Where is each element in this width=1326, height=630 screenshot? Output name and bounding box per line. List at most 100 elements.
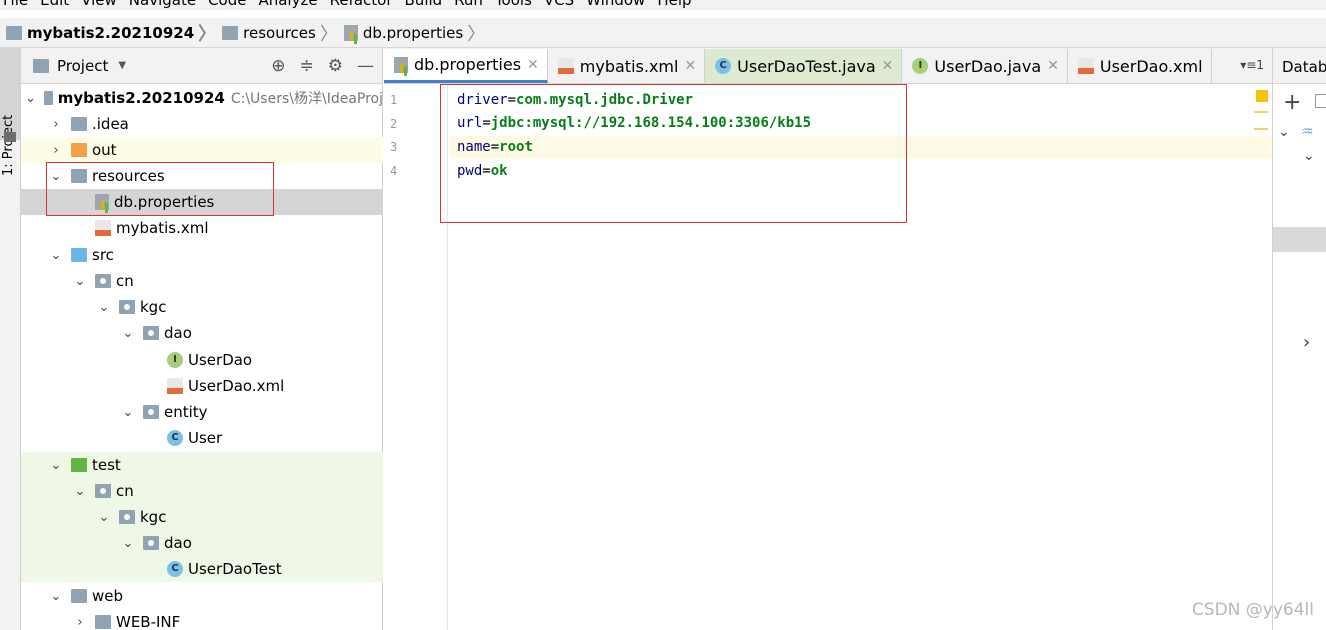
close-icon[interactable]: ✕ — [882, 58, 894, 74]
tree-item-web[interactable]: ⌄ web — [21, 583, 383, 609]
collapse-all-icon[interactable]: ≑ — [300, 56, 314, 76]
gear-icon[interactable]: ⚙ — [328, 56, 343, 76]
breadcrumb-file[interactable]: db.properties 〉 — [343, 20, 485, 46]
chevron-down-icon[interactable]: ⌄ — [49, 458, 63, 473]
menu-code[interactable]: Code — [205, 0, 255, 10]
hide-icon[interactable]: — — [357, 56, 374, 76]
tree-item-test-kgc[interactable]: ⌄ kgc — [21, 504, 383, 530]
selected-row[interactable] — [1273, 227, 1326, 252]
breadcrumb-resources[interactable]: resources 〉 — [222, 20, 338, 46]
tab-mybatis-xml[interactable]: mybatis.xml ✕ — [548, 49, 706, 83]
chevron-down-icon[interactable]: ⌄ — [121, 405, 135, 420]
chevron-down-icon[interactable]: ⌄ — [49, 169, 63, 184]
tree-item-src[interactable]: ⌄ src — [21, 242, 383, 268]
chevron-right-icon[interactable]: › — [73, 615, 87, 630]
project-view-selector[interactable]: Project — [57, 57, 108, 75]
duplicate-icon[interactable] — [1315, 94, 1326, 108]
chevron-right-icon: 〉 — [319, 23, 338, 45]
tree-item-entity[interactable]: ⌄ entity — [21, 399, 383, 425]
breadcrumb-project[interactable]: mybatis2.20210924 〉 — [6, 20, 216, 46]
chevron-down-icon[interactable]: ⌄ — [121, 536, 135, 551]
source-folder-icon — [71, 248, 87, 262]
tree-item-out[interactable]: › out — [21, 137, 383, 163]
folder-orange-icon — [71, 143, 87, 157]
menu-bar: File Edit View Navigate Code Analyze Ref… — [0, 0, 1326, 10]
web-folder-icon — [71, 589, 87, 603]
tree-item-web-inf[interactable]: › WEB-INF — [21, 609, 383, 630]
menu-file[interactable]: File — [0, 0, 37, 10]
menu-tools[interactable]: Tools — [492, 0, 541, 10]
menu-refactor[interactable]: Refactor — [327, 0, 402, 10]
tree-item-user[interactable]: C User — [21, 425, 383, 451]
tree-item-test-cn[interactable]: ⌄ cn — [21, 478, 383, 504]
tab-list-button[interactable]: ▾≡1 — [1240, 58, 1264, 72]
add-icon[interactable]: + — [1283, 90, 1301, 115]
chevron-down-icon[interactable]: ⌄ — [1303, 148, 1315, 164]
tree-item-cn[interactable]: ⌄ cn — [21, 268, 383, 294]
tab-userdao-xml[interactable]: UserDao.xml — [1068, 49, 1212, 83]
tab-db-properties[interactable]: db.properties ✕ — [384, 49, 548, 83]
chevron-right-icon: 〉 — [198, 23, 217, 45]
project-tool-label[interactable]: 1: Project — [1, 115, 16, 176]
chevron-right-icon[interactable]: › — [1303, 332, 1310, 353]
project-path: C:\Users\杨洋\IdeaProj — [230, 91, 383, 107]
tree-item-resources[interactable]: ⌄ resources — [21, 163, 383, 189]
chevron-down-icon[interactable]: ⌄ — [49, 589, 63, 604]
menu-help[interactable]: Help — [654, 0, 700, 10]
close-icon[interactable]: ✕ — [684, 58, 696, 74]
chevron-down-icon[interactable]: ⌄ — [25, 91, 36, 106]
code-line[interactable]: driver=com.mysql.jdbc.Driver — [457, 89, 693, 112]
line-gutter: 1 2 3 4 — [384, 85, 448, 630]
tree-item-project-root[interactable]: ⌄ mybatis2.20210924 C:\Users\杨洋\IdeaProj — [21, 85, 383, 111]
menu-window[interactable]: Window — [583, 0, 654, 10]
code-line[interactable]: pwd=ok — [457, 160, 508, 183]
editor-tabs: db.properties ✕ mybatis.xml ✕ C UserDaoT… — [384, 48, 1272, 84]
menu-navigate[interactable]: Navigate — [126, 0, 205, 10]
tree-item-idea[interactable]: › .idea — [21, 111, 383, 137]
close-icon[interactable]: ✕ — [1047, 58, 1059, 74]
menu-view[interactable]: View — [78, 0, 126, 10]
code-line[interactable]: url=jdbc:mysql://192.168.154.100:3306/kb… — [457, 112, 811, 135]
resources-folder-icon — [71, 169, 87, 183]
tree-item-test-dao[interactable]: ⌄ dao — [21, 530, 383, 556]
menu-edit[interactable]: Edit — [37, 0, 78, 10]
xml-file-icon — [557, 58, 574, 74]
chevron-right-icon[interactable]: › — [49, 117, 63, 132]
tree-item-test[interactable]: ⌄ test — [21, 452, 383, 478]
locate-icon[interactable]: ⊕ — [271, 56, 285, 76]
tab-userdao-java[interactable]: I UserDao.java ✕ — [902, 49, 1068, 83]
database-panel-title[interactable]: Datab — [1273, 48, 1326, 84]
folder-icon — [43, 91, 53, 105]
tree-item-db-properties[interactable]: db.properties — [21, 189, 383, 215]
chevron-down-icon[interactable]: ⌄ — [121, 326, 135, 341]
xml-file-icon — [95, 220, 111, 236]
chevron-down-icon[interactable]: ⌄ — [73, 274, 87, 289]
test-class-icon: C — [167, 561, 183, 577]
line-number: 3 — [390, 140, 398, 154]
tree-item-userdaotest[interactable]: C UserDaoTest — [21, 556, 383, 582]
warning-marker-icon[interactable] — [1256, 90, 1268, 102]
chevron-down-icon[interactable]: ⌄ — [97, 510, 111, 525]
close-icon[interactable]: ✕ — [527, 57, 539, 73]
tree-item-mybatis-xml[interactable]: mybatis.xml — [21, 215, 383, 241]
chevron-down-icon[interactable]: ▼ — [118, 60, 126, 71]
menu-build[interactable]: Build — [402, 0, 452, 10]
tree-item-userdao[interactable]: I UserDao — [21, 347, 383, 373]
package-icon — [143, 536, 159, 550]
breadcrumb: mybatis2.20210924 〉 resources 〉 db.propert… — [0, 18, 1326, 48]
code-editor[interactable]: driver=com.mysql.jdbc.Driver url=jdbc:my… — [449, 85, 1272, 630]
code-line[interactable]: name=root — [457, 136, 533, 159]
tree-item-dao[interactable]: ⌄ dao — [21, 320, 383, 346]
menu-run[interactable]: Run — [451, 0, 492, 10]
tree-item-kgc[interactable]: ⌄ kgc — [21, 294, 383, 320]
test-folder-icon — [71, 458, 87, 472]
chevron-down-icon[interactable]: ⌄ — [1278, 124, 1290, 140]
chevron-down-icon[interactable]: ⌄ — [73, 484, 87, 499]
chevron-right-icon[interactable]: › — [49, 143, 63, 158]
menu-vcs[interactable]: VCS — [541, 0, 583, 10]
chevron-down-icon[interactable]: ⌄ — [49, 248, 63, 263]
tab-userdaotest-java[interactable]: C UserDaoTest.java ✕ — [705, 49, 903, 83]
chevron-down-icon[interactable]: ⌄ — [97, 300, 111, 315]
tree-item-userdao-xml[interactable]: UserDao.xml — [21, 373, 383, 399]
menu-analyze[interactable]: Analyze — [255, 0, 326, 10]
